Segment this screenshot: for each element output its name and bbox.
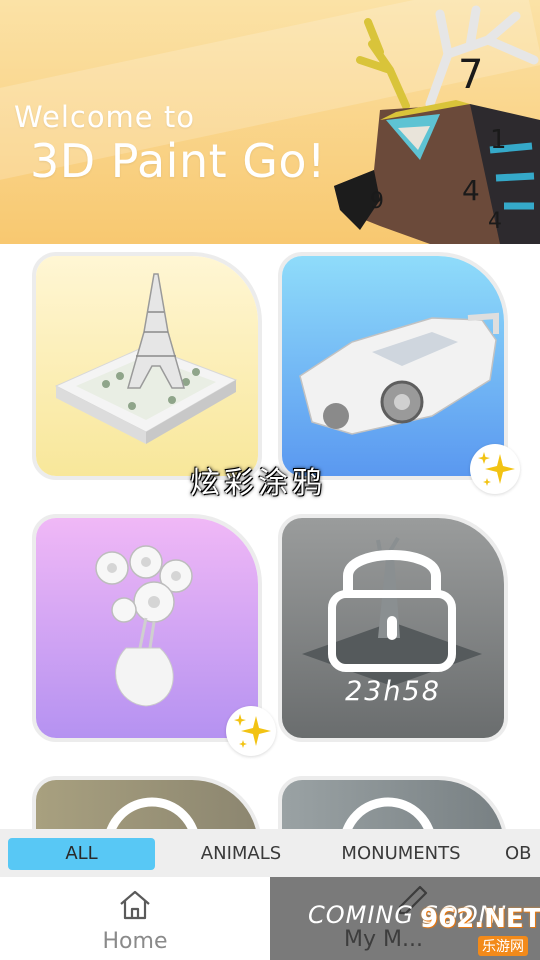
watermark-text: 炫彩涂鸦 xyxy=(190,466,326,501)
tab-animals[interactable]: ANIMALS xyxy=(186,838,296,870)
nav-home[interactable]: Home xyxy=(0,877,270,960)
header-banner: Welcome to 3D Paint Go! 7 1 9 4 4 xyxy=(0,0,540,244)
flower-vase-thumbnail xyxy=(36,518,258,738)
tab-monuments[interactable]: MONUMENTS xyxy=(328,838,474,870)
nav-home-label: Home xyxy=(102,929,168,954)
sports-car-thumbnail xyxy=(282,256,504,476)
site-watermark-logo: 962.NET xyxy=(420,904,540,934)
nav-my-models-label: My M... xyxy=(344,927,423,952)
welcome-text: Welcome to xyxy=(14,100,195,134)
sparkle-icon xyxy=(234,714,271,748)
site-watermark-badge: 962.NET 乐游网 xyxy=(420,904,540,960)
eiffel-tower-thumbnail xyxy=(36,256,258,476)
tab-all[interactable]: ALL xyxy=(8,838,155,870)
deer-number: 9 xyxy=(370,189,384,214)
level-card-locked-statue[interactable] xyxy=(278,514,508,742)
deer-illustration: 7 1 9 4 4 xyxy=(334,5,540,244)
app-title: 3D Paint Go! xyxy=(30,134,326,188)
level-card-eiffel-tower[interactable] xyxy=(32,252,262,480)
sparkle-icon xyxy=(478,452,515,486)
deer-number: 4 xyxy=(462,174,480,207)
category-tabs: ALL ANIMALS MONUMENTS OB xyxy=(0,829,540,877)
site-watermark-sub: 乐游网 xyxy=(478,936,528,956)
new-badge-sparkle xyxy=(226,706,276,756)
new-badge-sparkle xyxy=(470,444,520,494)
deer-number: 4 xyxy=(488,209,502,234)
deer-number: 7 xyxy=(458,52,483,98)
tab-objects[interactable]: OB xyxy=(505,838,540,870)
unlock-timer: 23h58 xyxy=(345,676,441,707)
deer-number: 1 xyxy=(490,125,507,155)
home-icon xyxy=(120,890,150,920)
